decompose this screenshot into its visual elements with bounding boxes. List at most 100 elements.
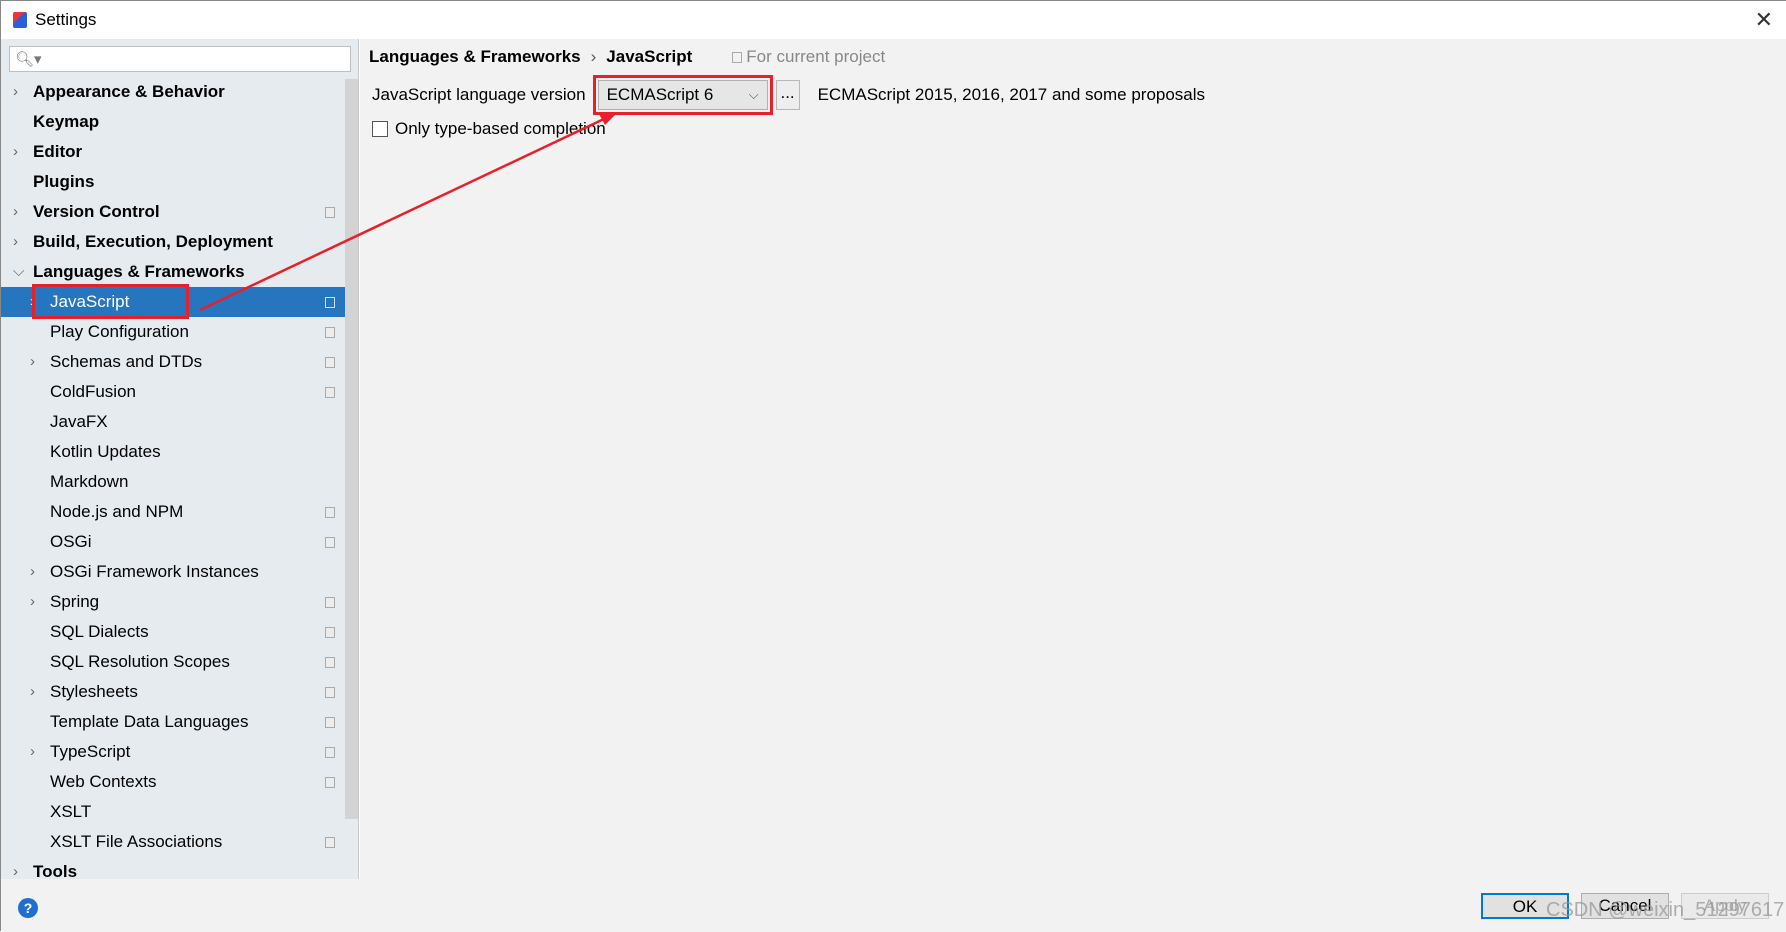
tree-item-label: Editor (33, 142, 83, 161)
settings-panel: Languages & Frameworks › JavaScript For … (360, 39, 1786, 879)
app-icon (13, 12, 27, 28)
more-button[interactable]: ... (775, 80, 800, 110)
tree-item-label: SQL Resolution Scopes (50, 652, 230, 671)
project-icon (325, 837, 335, 848)
chevron-down-icon: ⌵ (748, 87, 759, 102)
tree-item-label: Template Data Languages (50, 712, 249, 731)
tree-item-label: Version Control (33, 202, 160, 221)
breadcrumb-separator: › (590, 47, 597, 66)
tree-item-label: XSLT (50, 802, 92, 821)
language-version-label: JavaScript language version (372, 85, 586, 104)
chevron-right-icon[interactable]: › (13, 137, 18, 167)
tree-item[interactable]: Markdown (1, 467, 345, 497)
tree-item-label: Markdown (50, 472, 129, 491)
language-version-row: JavaScript language version ECMAScript 6… (372, 75, 1205, 115)
tree-item-label: TypeScript (50, 742, 131, 761)
tree-item[interactable]: Node.js and NPM (1, 497, 345, 527)
project-icon (325, 387, 335, 398)
project-icon (325, 507, 335, 518)
chevron-right-icon[interactable]: › (30, 737, 35, 767)
search-icon: 🔍︎▾ (15, 51, 42, 68)
tree-item[interactable]: › TypeScript (1, 737, 345, 767)
language-version-value: ECMAScript 6 (606, 85, 714, 104)
breadcrumb-parent[interactable]: Languages & Frameworks (369, 47, 581, 67)
project-icon (732, 51, 743, 63)
help-icon[interactable]: ? (18, 898, 38, 918)
tree-item-label: OSGi (50, 532, 92, 551)
settings-sidebar: 🔍︎▾ › Appearance & Behavior Keymap › Editor P… (1, 39, 359, 881)
project-icon (325, 597, 335, 608)
tree-item-label: Node.js and NPM (50, 502, 184, 521)
tree-item-label: Appearance & Behavior (33, 82, 225, 101)
tree-item[interactable]: › Stylesheets (1, 677, 345, 707)
tree-item[interactable]: Keymap (1, 107, 345, 137)
tree-item[interactable]: › Schemas and DTDs (1, 347, 345, 377)
chevron-right-icon[interactable]: › (13, 197, 18, 227)
tree-item-label: ColdFusion (50, 382, 136, 401)
settings-tree: › Appearance & Behavior Keymap › Editor Plugi… (1, 77, 345, 887)
scope-label: For current project (746, 47, 886, 66)
tree-item[interactable]: Web Contexts (1, 767, 345, 797)
tree-item-label: Kotlin Updates (50, 442, 161, 461)
chevron-right-icon[interactable]: › (13, 227, 18, 257)
tree-item[interactable]: ColdFusion (1, 377, 345, 407)
search-field[interactable]: 🔍︎▾ (9, 46, 351, 72)
tree-item-label: Plugins (33, 172, 95, 191)
project-icon (325, 297, 335, 308)
scope-note: For current project (732, 47, 885, 67)
project-icon (325, 627, 335, 638)
tree-item[interactable]: › Spring (1, 587, 345, 617)
tree-item-label: Stylesheets (50, 682, 138, 701)
title-bar: Settings ✕ (1, 1, 1786, 39)
close-icon[interactable]: ✕ (1755, 7, 1773, 33)
breadcrumb-current: JavaScript (606, 47, 693, 66)
tree-item[interactable]: XSLT File Associations (1, 827, 345, 857)
checkbox-box[interactable] (372, 121, 388, 137)
tree-item[interactable]: › Build, Execution, Deployment (1, 227, 345, 257)
tree-item[interactable]: › OSGi Framework Instances (1, 557, 345, 587)
project-icon (325, 357, 335, 368)
project-icon (325, 537, 335, 548)
tree-item-label: Play Configuration (50, 322, 189, 341)
window-title: Settings (35, 10, 97, 29)
tree-item-label: OSGi Framework Instances (50, 562, 259, 581)
type-based-completion-label: Only type-based completion (395, 119, 606, 138)
tree-item[interactable]: SQL Dialects (1, 617, 345, 647)
tree-item-label: SQL Dialects (50, 622, 149, 641)
chevron-right-icon[interactable]: › (30, 677, 35, 707)
tree-item[interactable]: SQL Resolution Scopes (1, 647, 345, 677)
dialog-footer: ? OK Cancel Apply CSDN @weixin_51297617 (1, 879, 1786, 932)
search-input[interactable] (41, 50, 350, 68)
tree-item[interactable]: Play Configuration (1, 317, 345, 347)
sidebar-scrollbar[interactable] (345, 79, 358, 819)
chevron-right-icon[interactable]: › (30, 347, 35, 377)
tree-item[interactable]: Plugins (1, 167, 345, 197)
tree-item[interactable]: › Appearance & Behavior (1, 77, 345, 107)
tree-item[interactable]: › Version Control (1, 197, 345, 227)
tree-item-label: Build, Execution, Deployment (33, 232, 273, 251)
chevron-right-icon[interactable]: › (30, 557, 35, 587)
tree-item[interactable]: Template Data Languages (1, 707, 345, 737)
tree-item[interactable]: OSGi (1, 527, 345, 557)
tree-item[interactable]: ⌵ Languages & Frameworks (1, 257, 345, 287)
tree-item-label: Languages & Frameworks (33, 262, 245, 281)
annotation-highlight-box (32, 284, 189, 319)
tree-item[interactable]: › Editor (1, 137, 345, 167)
project-icon (325, 327, 335, 338)
project-icon (325, 657, 335, 668)
tree-item-label: Web Contexts (50, 772, 157, 791)
language-version-dropdown[interactable]: ECMAScript 6 ⌵ (592, 75, 773, 115)
language-version-description: ECMAScript 2015, 2016, 2017 and some pro… (817, 85, 1206, 104)
chevron-right-icon[interactable]: › (13, 77, 18, 107)
project-icon (325, 747, 335, 758)
tree-item[interactable]: Kotlin Updates (1, 437, 345, 467)
project-icon (325, 717, 335, 728)
type-based-completion-checkbox[interactable]: Only type-based completion (372, 119, 606, 139)
tree-item-label: XSLT File Associations (50, 832, 223, 851)
tree-item-label: Schemas and DTDs (50, 352, 203, 371)
chevron-down-icon[interactable]: ⌵ (13, 257, 24, 287)
chevron-right-icon[interactable]: › (30, 587, 35, 617)
tree-item[interactable]: JavaFX (1, 407, 345, 437)
breadcrumb: Languages & Frameworks › JavaScript For … (369, 47, 885, 67)
tree-item[interactable]: XSLT (1, 797, 345, 827)
